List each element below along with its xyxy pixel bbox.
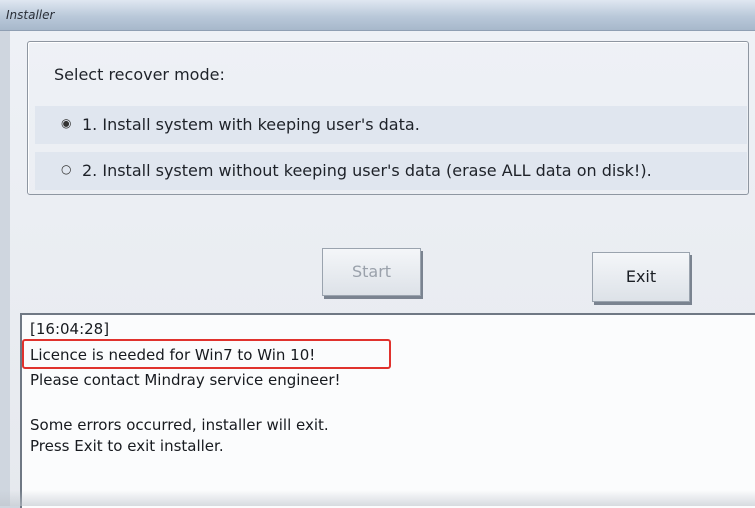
bottom-edge-shadow <box>0 490 755 506</box>
radio-option-erase-data[interactable]: ○ 2. Install system without keeping user… <box>35 152 747 190</box>
radio-option-label[interactable]: 2. Install system without keeping user's… <box>82 161 652 180</box>
radio-unselected-icon[interactable]: ○ <box>61 163 74 176</box>
exit-button[interactable]: Exit <box>592 252 690 302</box>
radio-option-keep-data[interactable]: ◉ 1. Install system with keeping user's … <box>35 106 747 144</box>
radio-selected-icon[interactable]: ◉ <box>61 117 74 130</box>
log-line-contact: Please contact Mindray service engineer! <box>30 371 341 389</box>
log-line-press-exit: Press Exit to exit installer. <box>30 437 224 455</box>
log-line-errors: Some errors occurred, installer will exi… <box>30 416 329 434</box>
start-button[interactable]: Start <box>322 248 421 296</box>
recover-mode-legend: Select recover mode: <box>51 65 228 84</box>
title-bar: Installer <box>0 0 755 31</box>
window-title: Installer <box>6 8 55 22</box>
highlight-annotation-box <box>22 339 391 369</box>
log-timestamp: [16:04:28] <box>30 320 110 338</box>
radio-option-label[interactable]: 1. Install system with keeping user's da… <box>82 115 420 134</box>
